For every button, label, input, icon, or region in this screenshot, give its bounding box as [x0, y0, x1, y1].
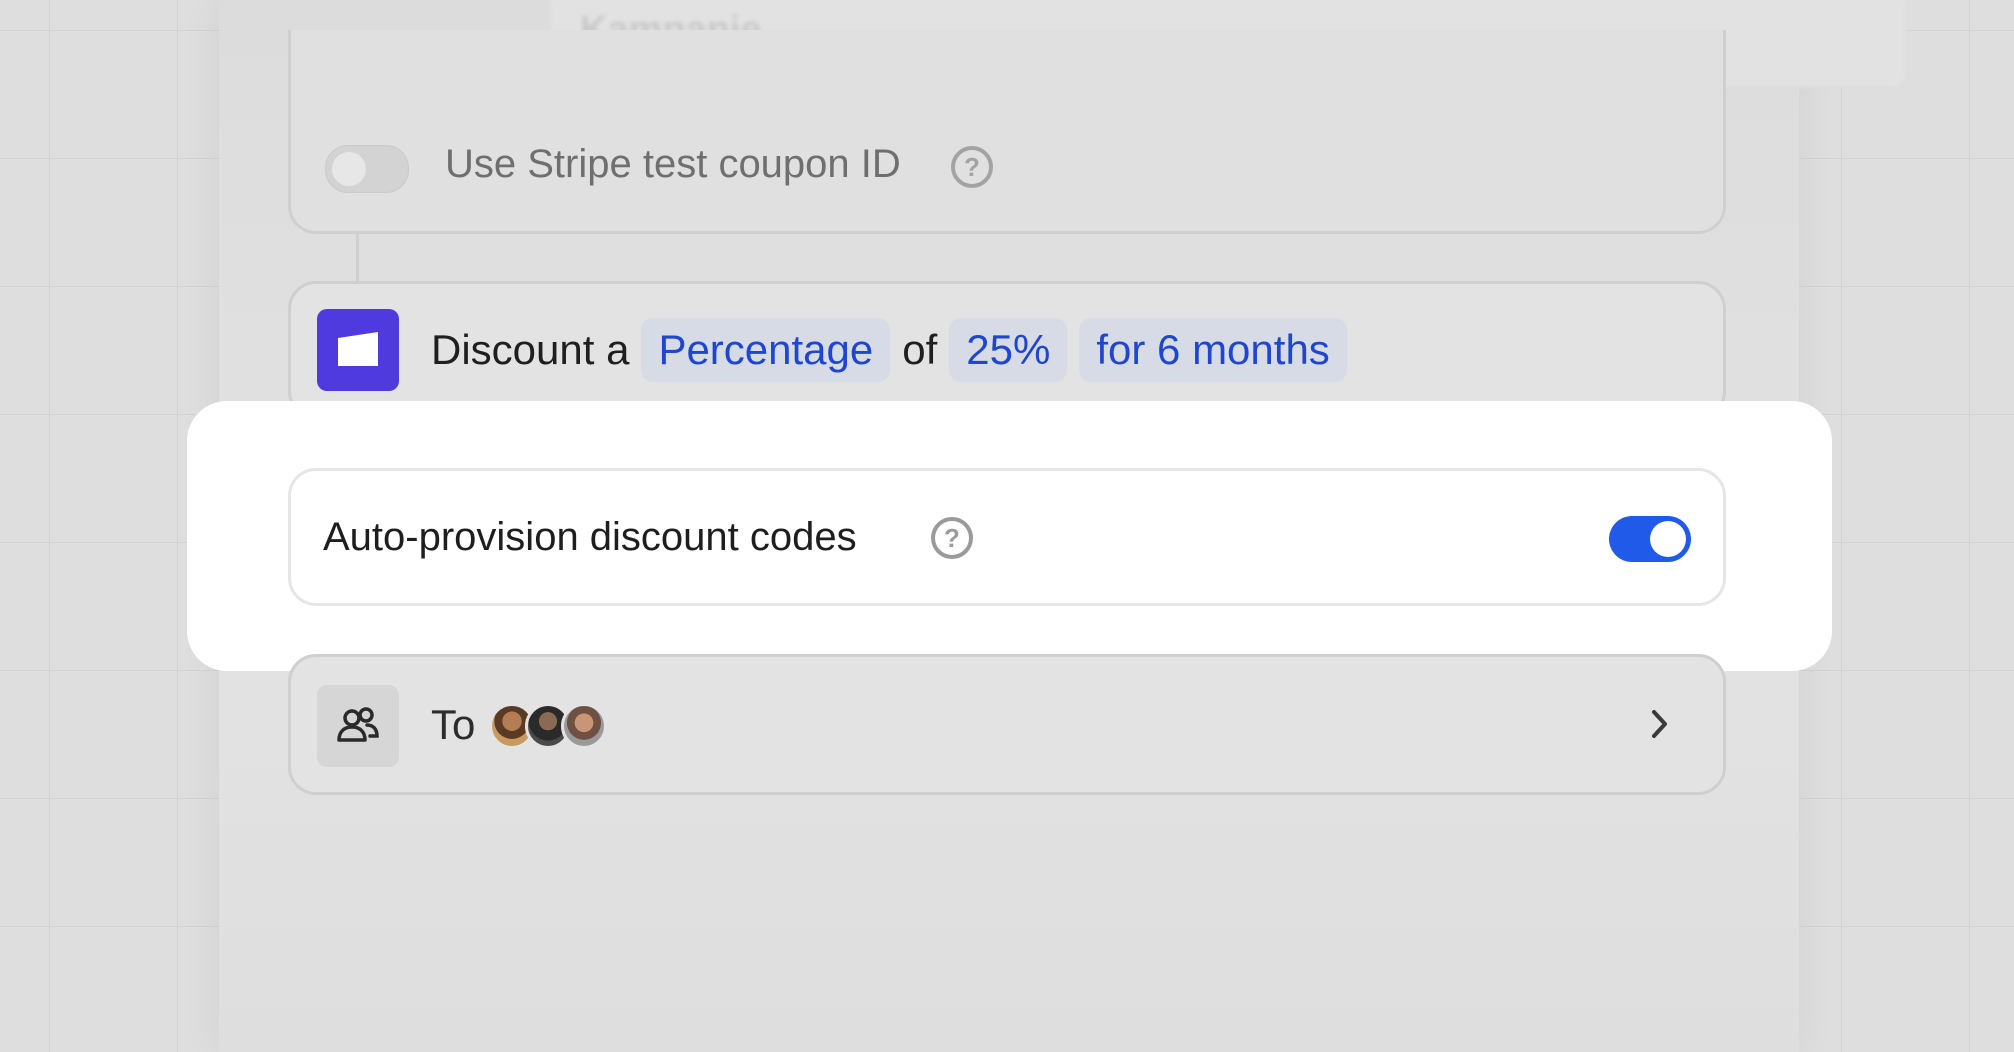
- users-glyph: [337, 707, 379, 742]
- question-circle-icon[interactable]: ?: [931, 517, 973, 559]
- auto-provision-toggle[interactable]: [1609, 516, 1691, 562]
- avatar: [561, 703, 607, 749]
- discount-app-icon: [317, 309, 399, 391]
- stripe-coupon-card: Use Stripe test coupon ID ?: [288, 30, 1726, 234]
- discount-type-chip[interactable]: Percentage: [641, 318, 891, 382]
- toggle-knob: [332, 152, 366, 186]
- discount-sentence: Discount a Percentage of 25% for 6 month…: [431, 284, 1359, 416]
- chevron-right-icon[interactable]: [1649, 707, 1671, 741]
- discount-prefix: Discount a: [431, 326, 630, 373]
- discount-card[interactable]: Discount a Percentage of 25% for 6 month…: [288, 281, 1726, 419]
- recipients-card[interactable]: To: [288, 654, 1726, 795]
- stripe-test-coupon-label: Use Stripe test coupon ID: [445, 142, 901, 186]
- avatar-group: [489, 703, 607, 749]
- question-circle-icon[interactable]: ?: [951, 146, 993, 188]
- toggle-knob: [1650, 521, 1686, 557]
- discount-duration-chip[interactable]: for 6 months: [1079, 318, 1347, 382]
- recipients-label: To: [431, 700, 476, 748]
- stripe-test-coupon-toggle[interactable]: [325, 145, 409, 193]
- discount-middle-word: of: [902, 326, 938, 373]
- connector-line: [356, 234, 359, 281]
- discount-amount-chip[interactable]: 25%: [949, 318, 1068, 382]
- ticket-shape-icon: [338, 332, 378, 366]
- users-icon: [317, 685, 399, 767]
- auto-provision-label: Auto-provision discount codes: [323, 514, 857, 559]
- auto-provision-card: Auto-provision discount codes ?: [288, 468, 1726, 606]
